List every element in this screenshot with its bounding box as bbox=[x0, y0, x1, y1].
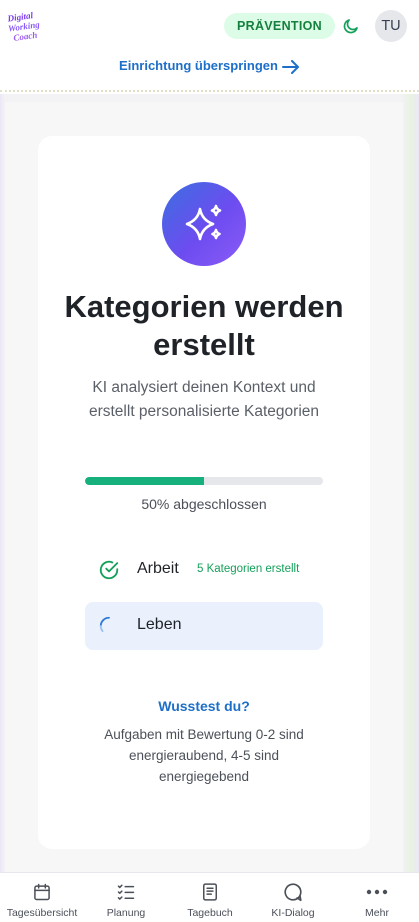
nav-label: Tagebuch bbox=[187, 907, 233, 919]
progress-bar-fill bbox=[85, 477, 204, 485]
step-arbeit: Arbeit 5 Kategorien erstellt bbox=[85, 546, 323, 594]
moon-icon bbox=[343, 19, 358, 34]
step-status: 5 Kategorien erstellt bbox=[197, 563, 300, 575]
skip-setup-label: Einrichtung überspringen bbox=[119, 58, 278, 73]
check-circle-icon bbox=[99, 560, 119, 580]
step-label: Arbeit bbox=[137, 560, 179, 577]
step-label: Leben bbox=[137, 616, 182, 633]
nav-label: KI-Dialog bbox=[271, 907, 315, 919]
nav-item-planung[interactable]: Planung bbox=[84, 873, 168, 922]
book-icon bbox=[203, 883, 217, 901]
bottom-navigation: Tagesübersicht Planung Tagebuch KI-Dialo… bbox=[0, 872, 419, 922]
progress-text: 50% abgeschlossen bbox=[141, 496, 267, 512]
progress-bar bbox=[85, 477, 323, 485]
app-logo[interactable]: Digital Working Coach bbox=[7, 10, 47, 44]
prevention-badge: PRÄVENTION bbox=[224, 13, 335, 39]
theme-toggle-button[interactable] bbox=[339, 14, 363, 38]
chat-icon bbox=[284, 883, 302, 902]
checklist-icon bbox=[117, 884, 135, 900]
spinner-icon bbox=[99, 616, 110, 633]
arrow-right-icon bbox=[281, 59, 299, 74]
step-leben: Leben bbox=[85, 602, 323, 650]
more-icon bbox=[366, 889, 388, 895]
nav-label: Planung bbox=[106, 907, 146, 919]
user-avatar[interactable]: TU bbox=[375, 10, 407, 42]
nav-item-mehr[interactable]: Mehr bbox=[335, 873, 419, 922]
content-area: Kategorien werden erstellt KI analysiert… bbox=[0, 94, 419, 872]
tip-title: Wusstest du? bbox=[158, 698, 250, 714]
nav-item-ki-dialog[interactable]: KI-Dialog bbox=[251, 873, 335, 922]
sparkles-icon bbox=[185, 204, 222, 241]
ai-sparkle-badge bbox=[162, 182, 246, 266]
nav-label: Tagesübersicht bbox=[6, 907, 78, 919]
category-creation-card: Kategorien werden erstellt KI analysiert… bbox=[38, 136, 370, 849]
page-subtitle: KI analysiert deinen Kontext und erstell… bbox=[88, 379, 320, 420]
calendar-icon bbox=[34, 883, 50, 901]
svg-text:Coach: Coach bbox=[13, 30, 38, 43]
tip-text: Aufgaben mit Bewertung 0-2 sind energier… bbox=[104, 727, 304, 784]
top-header: Digital Working Coach PRÄVENTION TU Einr… bbox=[0, 0, 419, 92]
skip-setup-link[interactable]: Einrichtung überspringen bbox=[0, 58, 419, 74]
nav-label: Mehr bbox=[365, 907, 389, 919]
nav-item-tagebuch[interactable]: Tagebuch bbox=[168, 873, 252, 922]
page-title: Kategorien werden erstellt bbox=[64, 289, 344, 362]
content-panel: Kategorien werden erstellt KI analysiert… bbox=[5, 102, 403, 872]
nav-item-tagesuebersicht[interactable]: Tagesübersicht bbox=[0, 873, 84, 922]
